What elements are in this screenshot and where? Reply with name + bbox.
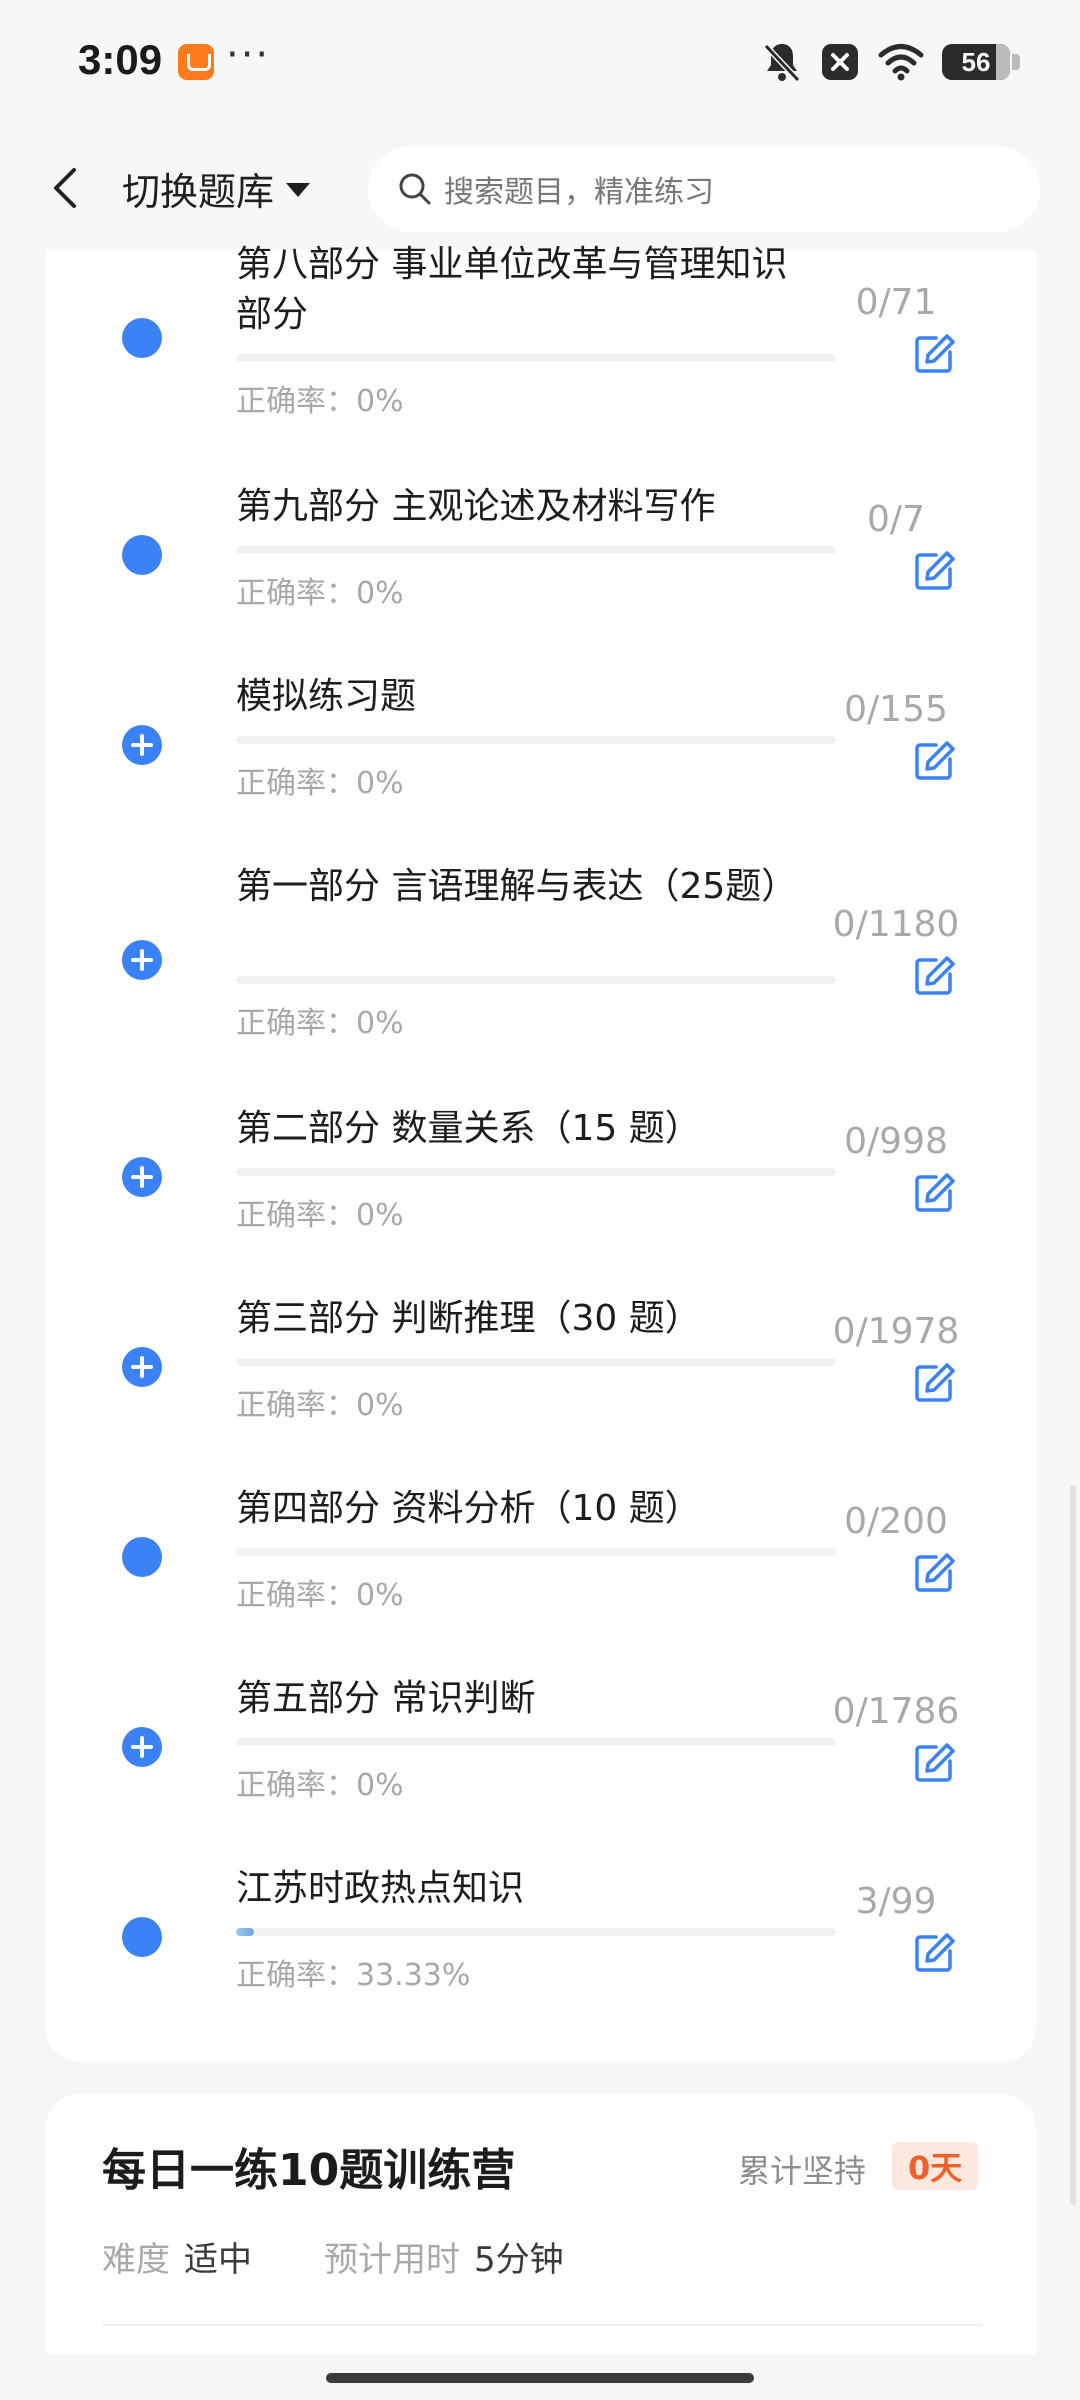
expand-plus-icon[interactable]: [122, 1727, 162, 1767]
chapter-title: 模拟练习题: [236, 676, 417, 717]
accuracy-text: 正确率：0%: [236, 766, 404, 801]
header: 切换题库 搜索题目，精准练习: [0, 120, 1080, 250]
dot-icon: [122, 535, 162, 575]
question-count: 0/1180: [832, 904, 960, 945]
search-icon: [399, 173, 431, 205]
accuracy-text: 正确率：0%: [236, 576, 404, 611]
more-notifications-icon: ···: [226, 32, 271, 78]
streak-label: 累计坚持: [738, 2152, 867, 2190]
switch-library-dropdown[interactable]: 切换题库: [122, 158, 311, 218]
accuracy-text: 正确率：0%: [236, 1768, 404, 1803]
question-count: 0/998: [844, 1121, 948, 1162]
difficulty-label: 难度: [102, 2240, 170, 2280]
accuracy-text: 正确率：0%: [236, 1578, 404, 1613]
chapter-title: 第九部分 主观论述及材料写作: [236, 486, 716, 527]
status-bar: 3:09 ··· 56: [0, 0, 1080, 120]
scrollbar[interactable]: [1070, 1485, 1076, 2205]
expand-plus-icon[interactable]: [122, 1157, 162, 1197]
status-icons: 56: [762, 40, 1020, 84]
caret-down-icon: [286, 183, 311, 197]
progress-bar: [236, 1738, 836, 1746]
shopping-bag-icon: [178, 44, 214, 80]
question-count: 0/7: [867, 499, 925, 540]
question-count: 0/1786: [832, 1691, 960, 1732]
progress-fill: [236, 1928, 255, 1936]
chapter-title: 第一部分 言语理解与表达（25题）: [236, 866, 798, 907]
chapter-title: 江苏时政热点知识: [236, 1868, 525, 1909]
progress-bar: [236, 1548, 836, 1556]
edit-practice-icon[interactable]: [912, 332, 956, 376]
progress-bar: [236, 354, 836, 362]
chapter-title: 第二部分 数量关系（15 题）: [236, 1108, 701, 1149]
divider: [102, 2324, 982, 2326]
progress-bar: [236, 976, 836, 984]
expand-plus-icon[interactable]: [122, 1347, 162, 1387]
chapter-title: 第三部分 判断推理（30 题）: [236, 1298, 701, 1339]
daily-practice-title: 每日一练10题训练营: [102, 2145, 516, 2196]
chapter-title: 第八部分 事业单位改革与管理知识部分: [236, 244, 788, 335]
progress-bar: [236, 1358, 836, 1366]
close-box-icon: [822, 44, 858, 80]
battery-level: 56: [961, 46, 991, 77]
battery-icon: 56: [942, 44, 1020, 80]
edit-practice-icon[interactable]: [912, 1741, 956, 1785]
dot-icon: [122, 1917, 162, 1957]
home-indicator[interactable]: [326, 2373, 754, 2383]
progress-bar: [236, 736, 836, 744]
edit-practice-icon[interactable]: [912, 1171, 956, 1215]
edit-practice-icon[interactable]: [912, 954, 956, 998]
accuracy-text: 正确率：0%: [236, 384, 404, 419]
question-count: 0/200: [844, 1501, 948, 1542]
progress-bar: [236, 1168, 836, 1176]
accuracy-text: 正确率：0%: [236, 1198, 404, 1233]
chapter-title: 第四部分 资料分析（10 题）: [236, 1488, 701, 1529]
progress-bar: [236, 546, 836, 554]
chapter-list-card: 第八部分 事业单位改革与管理知识部分正确率：0% 0/71 第九部分 主观论述及材料…: [46, 244, 1036, 2062]
accuracy-text: 正确率：0%: [236, 1006, 404, 1041]
streak-badge: 0天: [892, 2142, 979, 2190]
estimated-time-label: 预计用时: [324, 2240, 460, 2280]
back-button[interactable]: [40, 158, 90, 218]
search-placeholder: 搜索题目，精准练习: [444, 175, 714, 210]
dot-icon: [122, 1537, 162, 1577]
edit-practice-icon[interactable]: [912, 739, 956, 783]
chapter-title: 第五部分 常识判断: [236, 1678, 536, 1719]
estimated-time-value: 5分钟: [474, 2240, 564, 2280]
edit-practice-icon[interactable]: [912, 1551, 956, 1595]
progress-bar: [236, 1928, 836, 1936]
edit-practice-icon[interactable]: [912, 549, 956, 593]
expand-plus-icon[interactable]: [122, 725, 162, 765]
mute-bell-icon: [763, 43, 801, 83]
daily-practice-meta: 难度 适中 预计用时 5分钟: [102, 2232, 564, 2281]
question-count: 3/99: [855, 1881, 937, 1922]
chevron-left-icon: [54, 168, 76, 208]
edit-practice-icon[interactable]: [912, 1931, 956, 1975]
question-count: 0/155: [844, 689, 948, 730]
dot-icon: [122, 318, 162, 358]
switch-library-label: 切换题库: [122, 169, 275, 214]
question-count: 0/71: [855, 282, 937, 323]
wifi-icon: [878, 44, 924, 81]
search-input[interactable]: 搜索题目，精准练习: [368, 146, 1040, 232]
daily-practice-card[interactable]: 每日一练10题训练营 累计坚持 0天 难度 适中 预计用时 5分钟: [46, 2094, 1036, 2354]
edit-practice-icon[interactable]: [912, 1361, 956, 1405]
difficulty-value: 适中: [184, 2240, 252, 2280]
expand-plus-icon[interactable]: [122, 940, 162, 980]
accuracy-text: 正确率：33.33%: [236, 1958, 471, 1993]
accuracy-text: 正确率：0%: [236, 1388, 404, 1423]
status-time: 3:09: [78, 36, 163, 83]
question-count: 0/1978: [832, 1311, 960, 1352]
